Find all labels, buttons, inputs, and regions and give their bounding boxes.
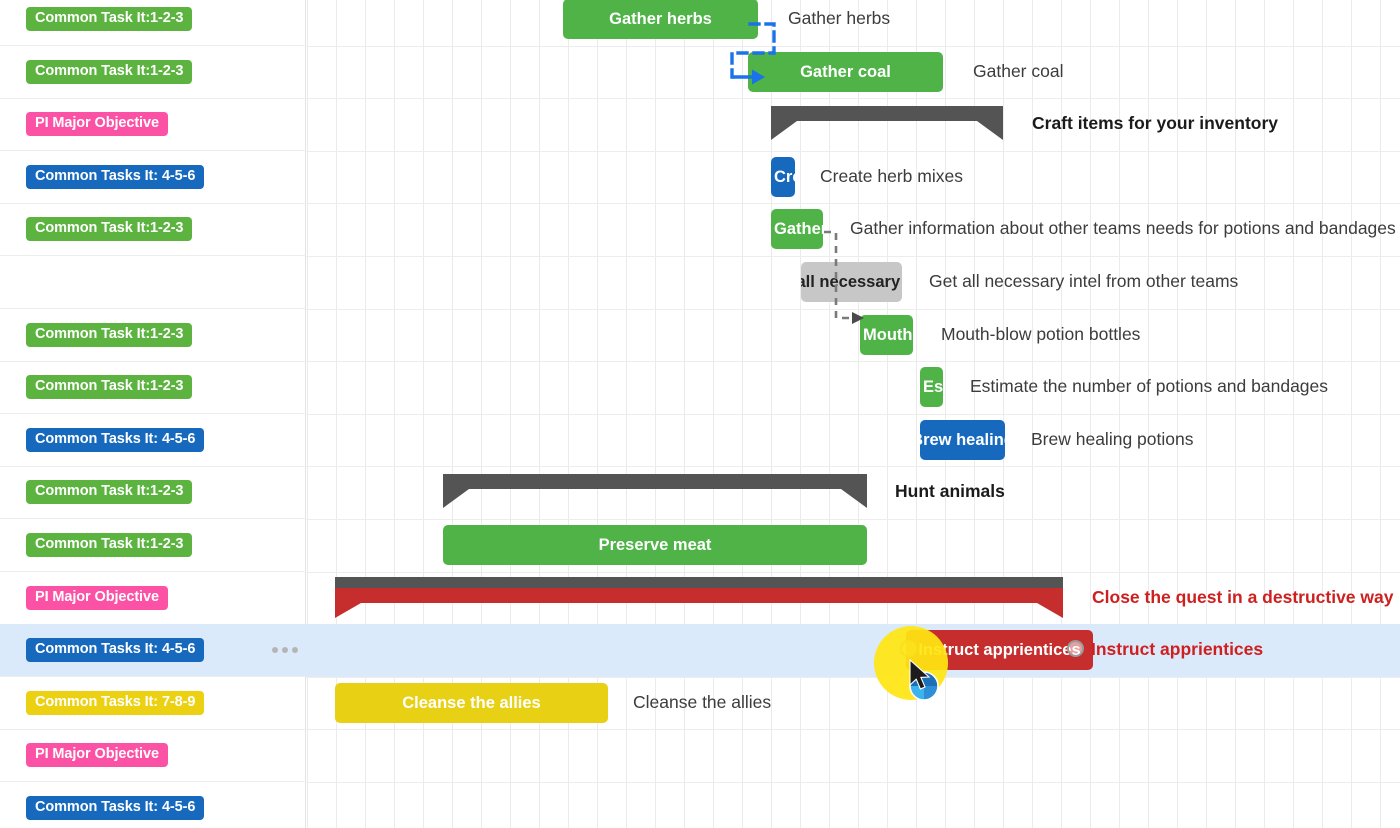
gantt-task-caption: Estimate the number of potions and banda… — [970, 376, 1329, 396]
task-tag-badge[interactable]: PI Major Objective — [26, 586, 168, 610]
gantt-task-bar[interactable]: Preserve meat — [443, 525, 867, 565]
gantt-summary-bar[interactable] — [771, 106, 1003, 140]
gantt-progress-overlay-bar[interactable] — [335, 588, 1063, 618]
gantt-task-caption: Create herb mixes — [820, 166, 963, 186]
task-tag-badge[interactable]: PI Major Objective — [26, 112, 168, 136]
gantt-task-bar[interactable]: Gather coal — [748, 52, 943, 92]
gantt-task-bar[interactable]: Get all necessary intel — [801, 262, 902, 302]
gantt-task-bar[interactable]: Create herb mixes — [771, 157, 795, 197]
gantt-task-list-pane[interactable]: Common Task It:1-2-3 Common Task It:1-2-3… — [0, 0, 306, 828]
bar-end-handle[interactable] — [1067, 640, 1084, 657]
task-tag-badge[interactable]: Common Task It:1-2-3 — [26, 217, 193, 241]
gantt-task-bar[interactable]: Brew healing — [920, 420, 1005, 460]
task-tag-badge[interactable]: Common Task It:1-2-3 — [26, 375, 193, 399]
gantt-task-bar[interactable]: Cleanse the allies — [335, 683, 608, 723]
gantt-summary-bar[interactable] — [443, 474, 867, 508]
task-list-row[interactable]: Common Tasks It: 4-5-6 — [0, 782, 306, 828]
task-tag-badge[interactable]: Common Tasks It: 4-5-6 — [26, 165, 205, 189]
task-list-row[interactable]: PI Major Objective — [0, 572, 306, 625]
row-overflow-menu-icon[interactable] — [272, 647, 298, 653]
gantt-task-caption: Gather information about other teams nee… — [850, 218, 1396, 238]
gantt-task-bar[interactable]: Gather information — [771, 209, 823, 249]
task-tag-badge[interactable]: Common Task It:1-2-3 — [26, 480, 193, 504]
gantt-task-caption: Get all necessary intel from other teams — [929, 271, 1239, 291]
task-list-row[interactable]: Common Task It:1-2-3 — [0, 361, 306, 414]
task-list-row[interactable]: Common Task It:1-2-3 — [0, 309, 306, 362]
task-list-row[interactable]: Common Task It:1-2-3 — [0, 203, 306, 256]
gantt-task-caption: Close the quest in a destructive way — [1092, 587, 1394, 607]
gantt-task-caption: Mouth-blow potion bottles — [941, 324, 1141, 344]
task-tag-badge[interactable]: Common Task It:1-2-3 — [26, 60, 193, 84]
gantt-task-bar[interactable]: Mouth-blow — [860, 315, 913, 355]
task-tag-badge[interactable]: Common Tasks It: 4-5-6 — [26, 796, 205, 820]
task-tag-badge[interactable]: Common Task It:1-2-3 — [26, 7, 193, 31]
task-tag-badge[interactable]: Common Task It:1-2-3 — [26, 533, 193, 557]
task-list-row[interactable]: Common Task It:1-2-3 — [0, 46, 306, 99]
gantt-task-caption: Craft items for your inventory — [1032, 113, 1279, 133]
gantt-timeline[interactable]: Gather herbs Gather herbs Gather coal Gathe… — [306, 0, 1400, 828]
task-list-row[interactable]: Common Task It:1-2-3 — [0, 0, 306, 46]
task-list-row[interactable]: Common Tasks It: 7-8-9 — [0, 677, 306, 730]
task-tag-badge[interactable]: Common Tasks It: 7-8-9 — [26, 691, 205, 715]
task-list-row[interactable]: Common Tasks It: 4-5-6 — [0, 151, 306, 204]
task-list-row[interactable]: PI Major Objective — [0, 98, 306, 151]
task-list-row[interactable]: Common Tasks It: 4-5-6 — [0, 414, 306, 467]
task-tag-badge[interactable]: PI Major Objective — [26, 743, 168, 767]
task-list-row[interactable]: PI Major Objective — [0, 729, 306, 782]
task-list-row[interactable]: Common Task It:1-2-3 — [0, 519, 306, 572]
task-list-row[interactable]: Common Task It:1-2-3 — [0, 466, 306, 519]
gantt-task-caption: Instruct apprientices — [1091, 639, 1264, 659]
task-tag-badge[interactable]: Common Task It:1-2-3 — [26, 323, 193, 347]
gantt-task-caption: Hunt animals — [895, 481, 1005, 501]
task-list-row[interactable]: Common Tasks It: 4-5-6 — [0, 624, 306, 677]
task-list-row[interactable] — [0, 256, 306, 309]
gantt-task-caption: Gather herbs — [788, 8, 891, 28]
gantt-task-caption: Gather coal — [973, 61, 1064, 81]
gantt-app: Gather herbs Gather herbs Gather coal Gathe… — [0, 0, 1400, 828]
gantt-task-caption: Brew healing potions — [1031, 429, 1194, 449]
task-tag-badge[interactable]: Common Tasks It: 4-5-6 — [26, 638, 205, 662]
gantt-task-bar[interactable]: Gather herbs — [563, 0, 758, 39]
gantt-task-caption: Cleanse the allies — [633, 692, 772, 712]
task-tag-badge[interactable]: Common Tasks It: 4-5-6 — [26, 428, 205, 452]
gantt-task-bar[interactable]: Estimate — [920, 367, 943, 407]
mouse-cursor-icon — [908, 658, 934, 698]
